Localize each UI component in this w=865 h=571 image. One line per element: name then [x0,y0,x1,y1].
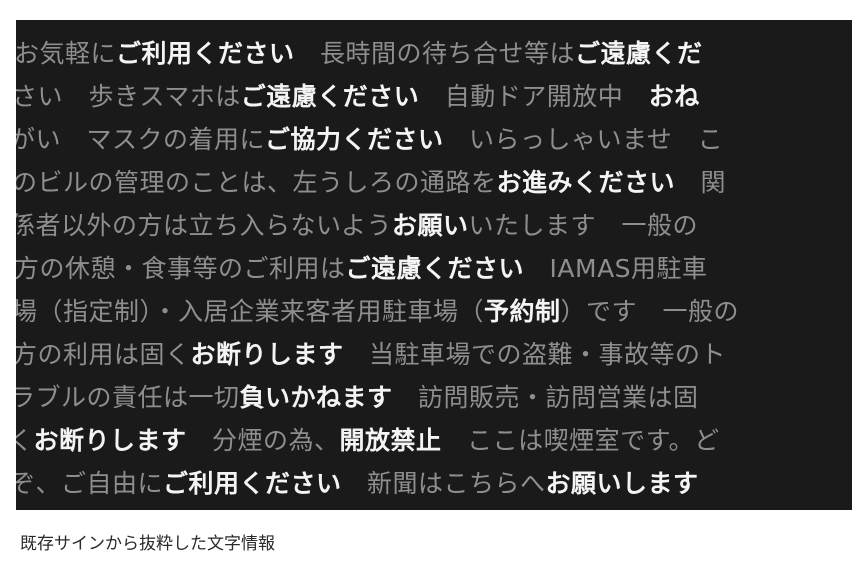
text-line: のビルの管理のことは、左うしろの通路をお進みください 関 [16,163,848,203]
plain-phrase: 分煙の為、 [186,426,340,455]
plain-phrase: 当駐車場での盗難・事故等のト [343,340,727,369]
plain-phrase: 新聞はこちらへ [341,469,546,498]
highlight-phrase: ご利用ください [163,469,342,498]
plain-phrase: ここは喫煙室です。ど [441,426,720,455]
highlight-phrase: お断りします [190,340,344,369]
plain-phrase: 方の休憩・食事等のご利用は [16,254,346,283]
highlight-phrase: お願い [392,211,469,240]
highlight-phrase: 負いかねます [239,383,393,412]
plain-phrase: 方の利用は固く [16,340,191,369]
highlight-phrase: ご利用ください [116,39,295,68]
plain-phrase: さい 歩きスマホは [16,82,241,111]
plain-phrase: ラブルの責任は一切 [16,383,240,412]
highlight-phrase: ご協力ください [265,125,444,154]
plain-phrase: く [16,426,34,455]
plain-phrase: のビルの管理のことは、左うしろの通路を [16,168,497,197]
highlight-phrase: お願いします [545,469,699,498]
text-line: 係者以外の方は立ち入らないようお願いいたします 一般の [16,206,846,246]
plain-phrase: 自動ドア開放中 [419,82,649,111]
text-line: くお断りします 分煙の為、開放禁止 ここは喫煙室です。ど [16,421,844,461]
figure-caption: 既存サインから抜粋した文字情報 [20,534,275,554]
plain-phrase: ぞ、ご自由に [16,469,164,498]
text-line: さい 歩きスマホはご遠慮ください 自動ドア開放中 おね [16,77,848,117]
text-line: 方の休憩・食事等のご利用はご遠慮ください IAMAS用駐車 [16,249,850,289]
sign-text-panel: お気軽にご利用ください 長時間の待ち合せ等はご遠慮くだ さい 歩きスマホはご遠慮… [16,20,852,510]
plain-phrase: いたします 一般の [468,211,699,240]
highlight-phrase: ご遠慮ください [240,82,420,111]
text-line: 場（指定制）・入居企業来客者用駐車場（予約制）です 一般の [16,292,848,332]
text-line: 方の利用は固くお断りします 当駐車場での盗難・事故等のト [16,335,848,375]
text-line: お気軽にご利用ください 長時間の待ち合せ等はご遠慮くだ [16,34,850,74]
plain-phrase: いらっしゃいませ こ [443,125,724,154]
plain-phrase: お気軽に [16,39,117,68]
plain-phrase: 訪問販売・訪問営業は固 [392,383,699,412]
plain-phrase: 係者以外の方は立ち入らないよう [16,211,393,240]
text-line: ラブルの責任は一切負いかねます 訪問販売・訪問営業は固 [16,378,846,418]
plain-phrase: ）です 一般の [560,297,740,326]
highlight-phrase: ご遠慮ください [345,254,525,283]
plain-phrase: 長時間の待ち合せ等は [294,39,576,68]
highlight-phrase: お断りします [33,426,187,455]
text-line: がい マスクの着用にご協力ください いらっしゃいませ こ [16,120,846,160]
highlight-phrase: お進みください [496,168,676,197]
plain-phrase: IAMAS用駐車 [524,254,708,283]
text-line: ぞ、ご自由にご利用ください 新聞はこちらへお願いします [16,464,846,504]
highlight-phrase: 開放禁止 [339,426,442,455]
highlight-phrase: 予約制 [484,297,561,326]
plain-phrase: 関 [675,168,727,197]
highlight-phrase: ご遠慮くだ [575,39,703,68]
plain-phrase: 場（指定制）・入居企業来客者用駐車場（ [16,297,485,326]
plain-phrase: がい マスクの着用に [16,125,266,154]
highlight-phrase: おね [648,82,700,111]
